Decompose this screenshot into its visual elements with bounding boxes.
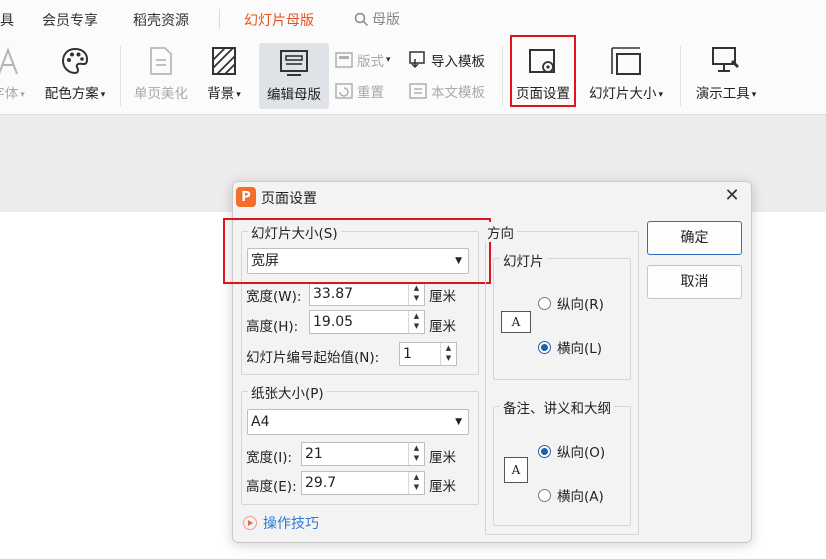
paper-height-label: 高度(E): xyxy=(246,479,297,495)
toolbar-divider xyxy=(502,46,503,106)
spinner-arrows-icon[interactable]: ▲ ▼ xyxy=(408,311,424,333)
portrait-page-icon: A xyxy=(504,457,528,483)
chevron-down-icon: ▼ xyxy=(455,417,462,427)
background-button[interactable]: 背景 ▾ xyxy=(198,42,250,102)
slide-width-label: 宽度(W): xyxy=(246,289,302,305)
close-icon[interactable]: ✕ xyxy=(721,185,743,207)
background-icon xyxy=(212,47,236,75)
ribbon-toolbar: 字体▾ 配色方案▾ 单页美化 背景▾ 编辑母版 版式▾ 导入模板 重置 本文模板 xyxy=(0,35,826,115)
cancel-button[interactable]: 取消 xyxy=(647,265,742,299)
edit-master-button[interactable]: 编辑母版 xyxy=(259,43,329,109)
slide-height-unit: 厘米 xyxy=(429,319,456,335)
menu-vip[interactable]: 会员专享 xyxy=(42,10,98,30)
font-icon xyxy=(0,47,18,75)
spinner-arrows-icon[interactable]: ▲ ▼ xyxy=(408,472,424,494)
search-label: 母版 xyxy=(372,12,400,28)
spinner-arrows-icon[interactable]: ▲ ▼ xyxy=(408,283,424,305)
notes-landscape-radio[interactable]: 横向(A) xyxy=(538,485,604,505)
color-scheme-button[interactable]: 配色方案 ▾ xyxy=(38,42,112,102)
toolbar-divider xyxy=(120,46,121,106)
search-icon xyxy=(354,12,369,27)
page-icon xyxy=(150,47,172,75)
slide-size-highlight xyxy=(223,218,491,284)
menu-bar: 具 会员专享 稻壳资源 幻灯片母版 母版 xyxy=(0,0,826,38)
slide-height-input[interactable]: 19.05 ▲ ▼ xyxy=(309,310,425,334)
single-page-beautify-button[interactable]: 单页美化 xyxy=(128,42,194,102)
slide-width-input[interactable]: 33.87 ▲ ▼ xyxy=(309,282,425,306)
landscape-page-icon: A xyxy=(501,311,531,333)
import-template-button[interactable]: 导入模板 xyxy=(409,50,485,70)
paper-width-label: 宽度(I): xyxy=(246,450,293,466)
slide-width-unit: 厘米 xyxy=(429,289,456,305)
paper-height-input[interactable]: 29.7 ▲ ▼ xyxy=(301,471,425,495)
slide-size-button[interactable]: 幻灯片大小 ▾ xyxy=(582,42,670,102)
slide-height-label: 高度(H): xyxy=(246,319,299,335)
orientation-group-title: 方向 xyxy=(484,222,517,242)
toolbar-divider xyxy=(680,46,681,106)
slides-landscape-radio[interactable]: 横向(L) xyxy=(538,337,602,357)
font-button[interactable]: 字体▾ xyxy=(0,42,30,102)
presenter-tools-button[interactable]: 演示工具 ▾ xyxy=(688,42,764,102)
ok-button[interactable]: 确定 xyxy=(647,221,742,255)
paper-width-unit: 厘米 xyxy=(429,450,456,466)
spinner-arrows-icon[interactable]: ▲ ▼ xyxy=(408,443,424,465)
layout-icon xyxy=(335,52,353,68)
page-setup-dialog: P 页面设置 ✕ 幻灯片大小(S) 宽屏 ▼ 宽度(W): 33.87 ▲ ▼ 厘米… xyxy=(223,181,752,543)
operation-tips-link[interactable]: 操作技巧 xyxy=(243,513,319,533)
reset-button[interactable]: 重置 xyxy=(335,81,384,101)
paper-height-unit: 厘米 xyxy=(429,479,456,495)
menu-slide-master[interactable]: 幻灯片母版 xyxy=(244,10,314,30)
paper-size-select[interactable]: A4 ▼ xyxy=(247,409,469,435)
wps-presentation-logo-icon: P xyxy=(236,187,256,207)
menu-docer[interactable]: 稻壳资源 xyxy=(133,10,189,30)
slides-orientation-title: 幻灯片 xyxy=(500,250,547,270)
palette-icon xyxy=(61,47,89,75)
menu-tool-partial[interactable]: 具 xyxy=(0,10,14,30)
slide-number-input[interactable]: 1 ▲ ▼ xyxy=(399,342,457,366)
text-template-icon xyxy=(409,83,427,99)
presenter-tools-icon xyxy=(712,47,739,72)
play-tips-icon xyxy=(243,516,257,530)
page-setup-highlight xyxy=(510,35,576,107)
slides-portrait-radio[interactable]: 纵向(R) xyxy=(538,293,604,313)
paper-size-group-title: 纸张大小(P) xyxy=(248,382,327,402)
text-template-button[interactable]: 本文模板 xyxy=(409,81,485,101)
slide-number-label: 幻灯片编号起始值(N): xyxy=(246,350,380,366)
master-slide-icon xyxy=(280,50,308,76)
reset-icon xyxy=(335,83,353,99)
spinner-arrows-icon[interactable]: ▲ ▼ xyxy=(440,343,456,365)
dialog-title: 页面设置 xyxy=(261,191,317,207)
layout-button[interactable]: 版式 ▾ xyxy=(335,50,391,70)
menu-divider xyxy=(219,9,220,29)
notes-portrait-radio[interactable]: 纵向(O) xyxy=(538,441,605,461)
paper-width-input[interactable]: 21 ▲ ▼ xyxy=(301,442,425,466)
slide-size-icon xyxy=(611,47,641,75)
import-template-icon xyxy=(409,51,425,69)
notes-orientation-title: 备注、讲义和大纲 xyxy=(500,397,614,417)
menu-search[interactable]: 母版 xyxy=(354,9,400,29)
